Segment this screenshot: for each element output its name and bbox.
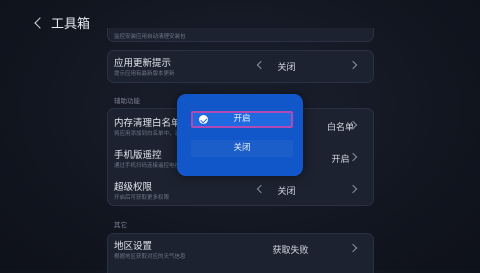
setting-value: 获取失败 — [272, 246, 309, 256]
page-title: 工具箱 — [51, 17, 91, 32]
back-chevron-icon[interactable] — [34, 16, 46, 29]
check-circle-icon — [199, 115, 208, 124]
dialog-option-on[interactable]: 开启 — [191, 111, 293, 128]
option-label: 关闭 — [233, 143, 251, 153]
top-setting-card[interactable]: 监控安装应用自动清理安装包 — [107, 28, 374, 42]
option-label: 开启 — [233, 114, 251, 124]
dialog-option-off[interactable]: 关闭 — [191, 140, 293, 157]
section-title-other: 其它 — [114, 221, 127, 229]
setting-app-update[interactable]: 应用更新提示 提示应用有最新版本更新 关闭 — [107, 50, 374, 83]
setting-value: 关闭 — [277, 63, 296, 73]
setting-super-permission[interactable]: 超级权限 开启后可获取更多权限 关闭 — [108, 175, 373, 206]
setting-desc: 监控安装应用自动清理安装包 — [114, 34, 186, 40]
toggle-dialog: 开启 关闭 — [177, 94, 303, 176]
header: 工具箱 — [34, 13, 91, 32]
setting-region[interactable]: 地区设置 根据地区获取对应的天气信息 获取失败 — [107, 233, 374, 273]
setting-value: 关闭 — [277, 187, 296, 197]
section-title-assist: 辅助功能 — [114, 97, 140, 105]
